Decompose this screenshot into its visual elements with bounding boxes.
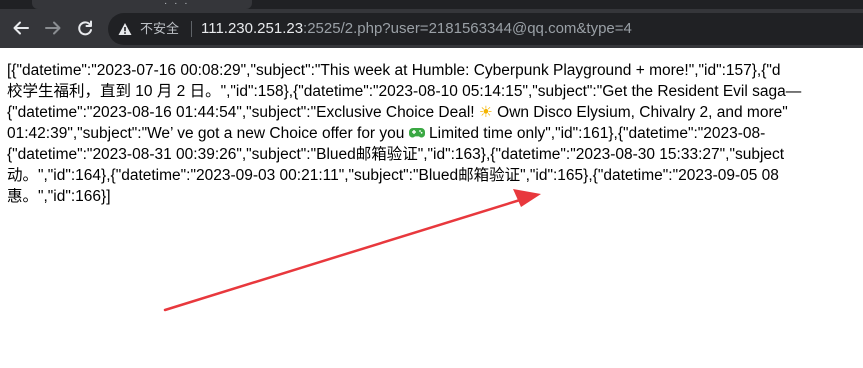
json-line-4-end: Limited time only","id":161},{"datetime"… <box>424 125 766 142</box>
json-line-1: [{"datetime":"2023-07-16 00:08:29","subj… <box>7 62 781 79</box>
json-line-2: 校学生福利，直到 10 月 2 日。","id":158},{"datetime… <box>7 83 802 100</box>
page-body: [{"datetime":"2023-07-16 00:08:29","subj… <box>7 60 863 207</box>
reload-button[interactable] <box>74 17 96 39</box>
json-line-3: {"datetime":"2023-08-16 01:44:54","subje… <box>7 102 863 123</box>
warning-triangle-icon <box>118 23 132 35</box>
back-button[interactable] <box>10 17 32 39</box>
json-line-7: 惠。","id":166}] <box>7 188 111 205</box>
omnibox-divider <box>191 21 192 37</box>
reload-icon <box>78 20 92 36</box>
json-line-6: 动。","id":164},{"datetime":"2023-09-03 00… <box>7 167 779 184</box>
json-line-4: 01:42:39","subject":"We’ ve got a new Ch… <box>7 123 863 144</box>
browser-toolbar: · · · 不安全 111.230.251.23:2525/2.php?user… <box>0 0 863 48</box>
json-line-3-end: Own Disco Elysium, Chivalry 2, and more" <box>492 104 788 121</box>
tab-strip: · · · <box>0 0 863 9</box>
address-bar[interactable]: 不安全 111.230.251.23:2525/2.php?user=21815… <box>108 13 863 45</box>
forward-button[interactable] <box>42 17 64 39</box>
json-line-3-start: {"datetime":"2023-08-16 01:44:54","subje… <box>7 104 479 121</box>
tab-title-fragment: · · · <box>164 0 190 9</box>
forward-arrow-icon <box>45 21 61 35</box>
gamepad-emoji-icon <box>408 125 425 142</box>
active-tab[interactable]: · · · <box>32 0 252 9</box>
json-line-4-start: 01:42:39","subject":"We’ ve got a new Ch… <box>7 125 409 142</box>
security-label[interactable]: 不安全 <box>140 21 179 37</box>
json-line-5: {"datetime":"2023-08-31 00:39:26","subje… <box>7 146 785 163</box>
url-host: 111.230.251.23 <box>201 20 304 37</box>
sun-emoji-icon: ☀ <box>478 104 493 121</box>
back-arrow-icon <box>13 21 29 35</box>
url-path: :2525/2.php?user=2181563344@qq.com&type=… <box>303 20 632 37</box>
url-text[interactable]: 111.230.251.23:2525/2.php?user=218156334… <box>201 20 632 38</box>
